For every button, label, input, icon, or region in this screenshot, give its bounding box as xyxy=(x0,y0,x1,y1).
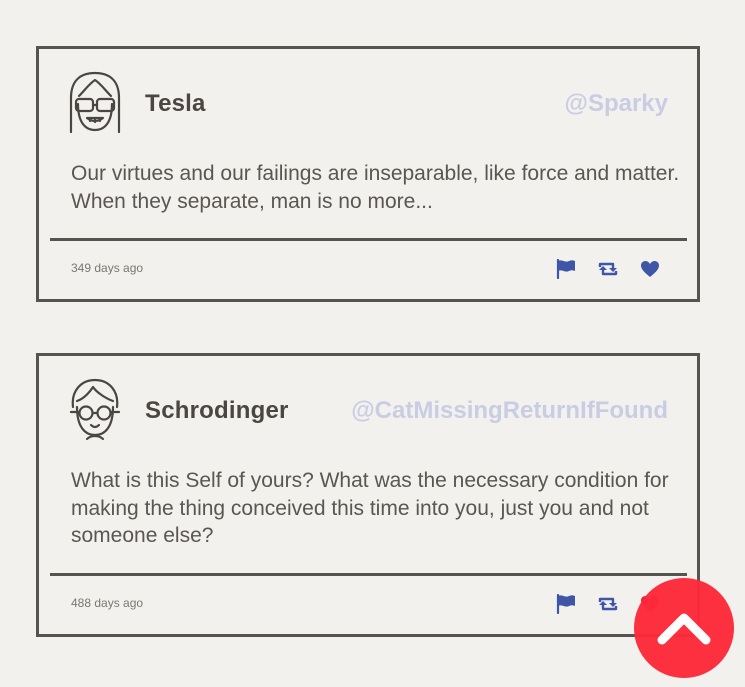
post-author-name[interactable]: Tesla xyxy=(145,90,206,118)
scientist-glasses-avatar-icon xyxy=(69,378,121,441)
post-text: Our virtues and our failings are insepar… xyxy=(71,162,680,213)
post-text: What is this Self of yours? What was the… xyxy=(71,469,669,547)
post-timestamp: 349 days ago xyxy=(71,261,144,275)
post-card: Schrodinger @CatMissingReturnIfFound Wha… xyxy=(36,353,700,637)
post-actions xyxy=(555,259,661,279)
retweet-icon[interactable] xyxy=(597,594,619,614)
retweet-icon[interactable] xyxy=(597,259,619,279)
post-author-handle[interactable]: @Sparky xyxy=(565,90,668,118)
post-divider xyxy=(50,573,687,576)
post-author-handle[interactable]: @CatMissingReturnIfFound xyxy=(351,397,668,425)
post-author-name[interactable]: Schrodinger xyxy=(145,397,289,425)
post-divider xyxy=(50,238,687,241)
post-timestamp: 488 days ago xyxy=(71,596,144,610)
flag-icon[interactable] xyxy=(555,259,577,279)
scientist-goggles-avatar-icon xyxy=(69,71,121,134)
scroll-to-top-button[interactable] xyxy=(634,578,734,678)
heart-icon[interactable] xyxy=(639,259,661,279)
chevron-up-icon xyxy=(657,613,711,645)
post-card: Tesla @Sparky Our virtues and our failin… xyxy=(36,46,700,302)
flag-icon[interactable] xyxy=(555,594,577,614)
